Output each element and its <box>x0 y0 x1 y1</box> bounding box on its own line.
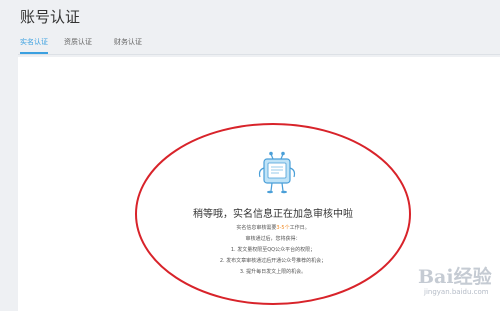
watermark-text: Bai经验 <box>418 266 492 288</box>
watermark-subtext: jingyan.baidu.com <box>424 288 489 296</box>
watermark-logo: Bai经验 jingyan.baidu.com <box>410 262 492 300</box>
